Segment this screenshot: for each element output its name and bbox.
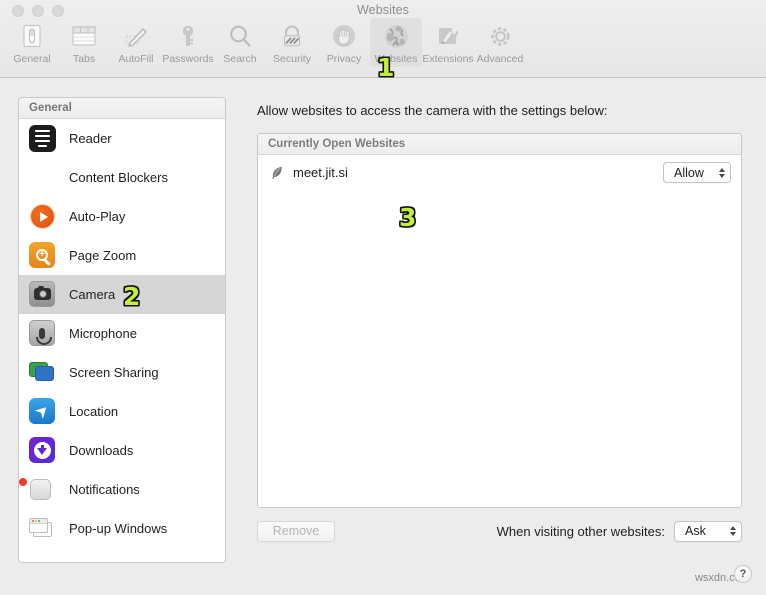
toolbar-item-privacy[interactable]: Privacy: [318, 18, 370, 67]
sidebar-label-downloads: Downloads: [69, 443, 134, 458]
site-permission-select[interactable]: Allow: [663, 162, 731, 183]
camera-settings-pane: Allow websites to access the camera with…: [240, 97, 750, 563]
sidebar-header: General: [19, 98, 225, 119]
sidebar-item-auto-play[interactable]: Auto-Play: [19, 197, 225, 236]
toolbar-label-extensions: Extensions: [422, 53, 474, 65]
site-list: Currently Open Websites meet.jit.si Allo…: [257, 133, 742, 508]
advanced-icon: [485, 21, 515, 51]
toolbar-item-security[interactable]: Security: [266, 18, 318, 67]
other-websites-select[interactable]: Ask: [674, 520, 742, 542]
toolbar-item-search[interactable]: Search: [214, 18, 266, 67]
toolbar-item-general[interactable]: General: [6, 18, 58, 67]
screen-sharing-icon: [29, 359, 56, 386]
annotation-marker-2: 2: [122, 282, 141, 311]
passwords-icon: [173, 21, 203, 51]
downloads-icon: [29, 437, 56, 464]
toolbar-label-tabs: Tabs: [72, 53, 96, 65]
sidebar-label-location: Location: [69, 404, 119, 419]
chevron-updown-icon: [730, 526, 736, 536]
pane-bottom-row: Remove When visiting other websites: Ask: [257, 519, 742, 543]
sidebar-item-reader[interactable]: Reader: [19, 119, 225, 158]
websites-sidebar: General Reader Content Blockers Auto-Pla…: [18, 97, 226, 563]
general-icon: [17, 21, 47, 51]
sidebar-label-popup-windows: Pop-up Windows: [69, 521, 168, 536]
auto-play-icon: [29, 203, 56, 230]
content-blockers-icon: [29, 164, 56, 191]
other-websites-value: Ask: [685, 524, 706, 538]
toolbar-item-advanced[interactable]: Advanced: [474, 18, 526, 67]
sidebar-item-location[interactable]: Location: [19, 392, 225, 431]
websites-icon: [381, 21, 411, 51]
toolbar-label-advanced: Advanced: [476, 53, 524, 65]
toolbar-item-passwords[interactable]: Passwords: [162, 18, 214, 67]
remove-button[interactable]: Remove: [257, 520, 335, 542]
sidebar-label-screen-sharing: Screen Sharing: [69, 365, 159, 380]
site-list-header: Currently Open Websites: [258, 134, 741, 155]
toolbar-item-extensions[interactable]: Extensions: [422, 18, 474, 67]
search-icon: [225, 21, 255, 51]
toolbar-label-security: Security: [273, 53, 311, 65]
help-button[interactable]: ?: [734, 565, 752, 583]
toolbar-label-search: Search: [223, 53, 257, 65]
pane-description: Allow websites to access the camera with…: [257, 103, 608, 118]
chevron-updown-icon: [719, 167, 725, 178]
toolbar-label-passwords: Passwords: [162, 53, 214, 65]
sidebar-item-content-blockers[interactable]: Content Blockers: [19, 158, 225, 197]
site-permission-value: Allow: [674, 165, 704, 180]
preferences-toolbar: General Tabs AutoFill Passwords Search S…: [6, 18, 526, 67]
sidebar-label-reader: Reader: [69, 131, 112, 146]
page-zoom-icon: [29, 242, 56, 269]
toolbar-item-tabs[interactable]: Tabs: [58, 18, 110, 67]
autofill-icon: [121, 21, 151, 51]
security-icon: [277, 21, 307, 51]
preferences-content: General Reader Content Blockers Auto-Pla…: [0, 79, 766, 595]
toolbar-label-privacy: Privacy: [326, 53, 362, 65]
sidebar-item-microphone[interactable]: Microphone: [19, 314, 225, 353]
jitsi-favicon: [270, 165, 284, 180]
annotation-marker-1: 1: [376, 53, 395, 82]
sidebar-label-notifications: Notifications: [69, 482, 140, 497]
microphone-icon: [29, 320, 56, 347]
sidebar-item-screen-sharing[interactable]: Screen Sharing: [19, 353, 225, 392]
toolbar-label-general: General: [13, 53, 51, 65]
site-name: meet.jit.si: [293, 165, 348, 180]
tabs-icon: [69, 21, 99, 51]
privacy-icon: [329, 21, 359, 51]
safari-preferences-window: Websites General Tabs AutoFill Passwords…: [0, 0, 766, 595]
other-websites-group: When visiting other websites: Ask: [496, 520, 742, 542]
sidebar-item-camera[interactable]: Camera: [19, 275, 225, 314]
window-title: Websites: [357, 3, 409, 17]
popup-windows-icon: [29, 515, 56, 542]
other-websites-label: When visiting other websites:: [496, 523, 665, 539]
notifications-icon: [19, 476, 56, 503]
annotation-marker-3: 3: [398, 203, 417, 232]
site-list-item[interactable]: meet.jit.si Allow: [258, 155, 741, 190]
location-icon: [29, 398, 56, 425]
sidebar-item-page-zoom[interactable]: Page Zoom: [19, 236, 225, 275]
toolbar-item-autofill[interactable]: AutoFill: [110, 18, 162, 67]
sidebar-label-content-blockers: Content Blockers: [69, 170, 168, 185]
reader-icon: [29, 125, 56, 152]
sidebar-label-page-zoom: Page Zoom: [69, 248, 137, 263]
sidebar-item-notifications[interactable]: Notifications: [19, 470, 225, 509]
toolbar-label-autofill: AutoFill: [118, 53, 154, 65]
sidebar-label-camera: Camera: [69, 287, 116, 302]
sidebar-item-popup-windows[interactable]: Pop-up Windows: [19, 509, 225, 548]
sidebar-label-auto-play: Auto-Play: [69, 209, 126, 224]
sidebar-label-microphone: Microphone: [69, 326, 137, 341]
camera-icon: [29, 281, 56, 308]
extensions-icon: [433, 21, 463, 51]
sidebar-item-downloads[interactable]: Downloads: [19, 431, 225, 470]
